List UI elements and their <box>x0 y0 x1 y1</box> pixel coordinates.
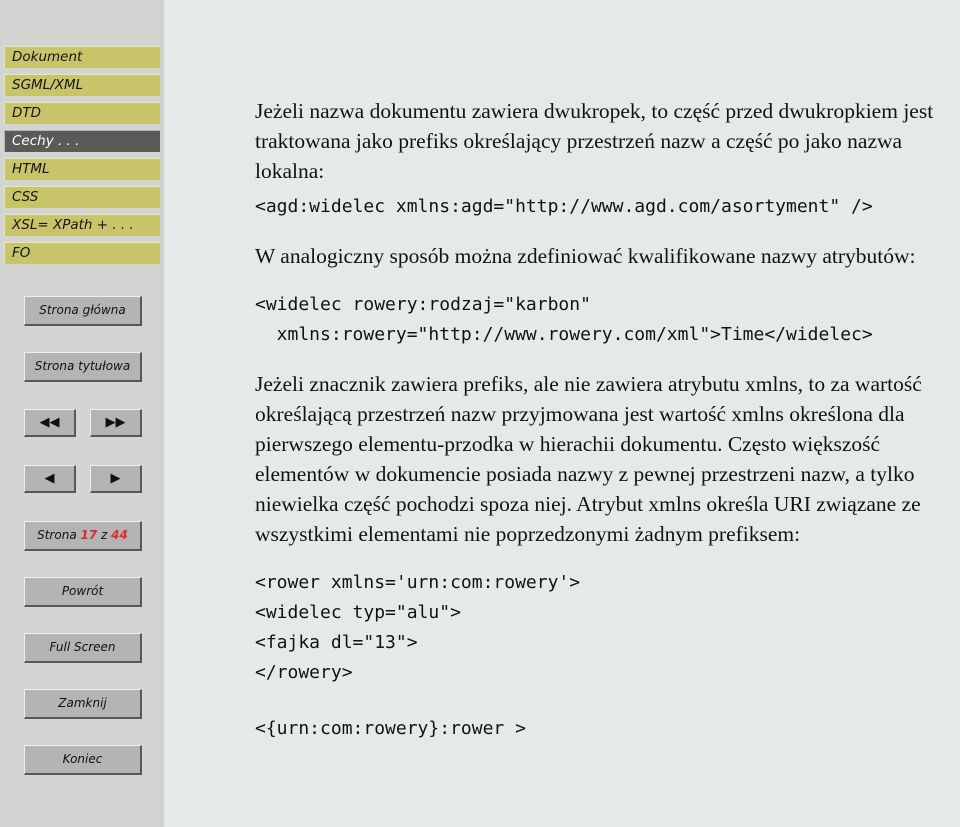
first-page-icon-button[interactable]: ◀◀ <box>24 409 76 437</box>
paragraph-xmlns-inheritance: Jeżeli znacznik zawiera prefiks, ale nie… <box>255 372 922 546</box>
end-button[interactable]: Koniec <box>24 745 142 775</box>
code-block-expanded-name: <{urn:com:rowery}:rower > <box>255 718 526 739</box>
paragraph-namespace-prefix: Jeżeli nazwa dokumentu zawiera dwukropek… <box>255 99 934 183</box>
close-button[interactable]: Zamknij <box>24 689 142 719</box>
sidebar-item-xsl-xpath[interactable]: XSL= XPath + . . . <box>4 214 161 236</box>
title-page-button[interactable]: Strona tytułowa <box>24 352 142 382</box>
sidebar-nav-menu: Dokument SGML/XML DTD Cechy . . . HTML C… <box>4 46 161 270</box>
page-counter-current: 17 <box>80 528 98 542</box>
previous-page-icon-button[interactable]: ◀ <box>24 465 76 493</box>
paragraph-qualified-attribute-names: W analogiczny sposób można zdefiniować k… <box>255 244 916 268</box>
full-screen-button[interactable]: Full Screen <box>24 633 142 663</box>
sidebar: Dokument SGML/XML DTD Cechy . . . HTML C… <box>0 0 161 827</box>
sidebar-item-cechy[interactable]: Cechy . . . <box>4 130 161 152</box>
page-counter-prefix: Strona <box>37 528 77 542</box>
sidebar-item-dokument[interactable]: Dokument <box>4 46 161 68</box>
code-block-agd-widelec: <agd:widelec xmlns:agd="http://www.agd.c… <box>255 196 873 217</box>
sidebar-item-dtd[interactable]: DTD <box>4 102 161 124</box>
slide-content: Jeżeli nazwa dokumentu zawiera dwukropek… <box>164 0 960 827</box>
next-page-icon-button[interactable]: ▶ <box>90 465 142 493</box>
code-block-rower-default-ns: <rower xmlns='urn:com:rowery'> <widelec … <box>255 572 581 683</box>
page-counter-separator: z <box>101 528 108 542</box>
sidebar-item-css[interactable]: CSS <box>4 186 161 208</box>
sidebar-item-fo[interactable]: FO <box>4 242 161 264</box>
last-page-icon-button[interactable]: ▶▶ <box>90 409 142 437</box>
page-counter-total: 44 <box>111 528 128 542</box>
sidebar-item-sgml-xml[interactable]: SGML/XML <box>4 74 161 96</box>
back-button[interactable]: Powrót <box>24 577 142 607</box>
home-page-button[interactable]: Strona główna <box>24 296 142 326</box>
sidebar-item-html[interactable]: HTML <box>4 158 161 180</box>
page-counter-button[interactable]: Strona 17 z 44 <box>24 521 142 551</box>
code-block-widelec-rowery: <widelec rowery:rodzaj="karbon" xmlns:ro… <box>255 294 873 345</box>
